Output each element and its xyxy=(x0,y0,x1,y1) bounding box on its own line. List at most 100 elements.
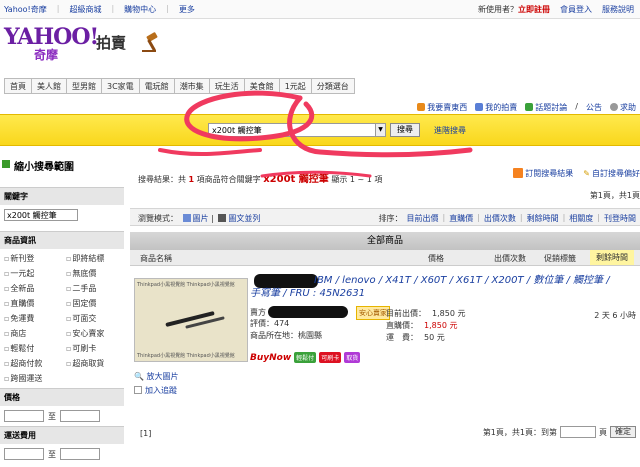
price-range: 至 xyxy=(0,406,124,426)
category-tab[interactable]: 型男館 xyxy=(67,79,102,93)
sort-option[interactable]: 目前出價 xyxy=(406,213,438,224)
search-input[interactable]: x200t 觸控筆 ▼ xyxy=(208,123,386,137)
sell-link[interactable]: 我要賣東西 xyxy=(417,102,467,113)
col-price: 價格 xyxy=(428,254,444,263)
item-title-link[interactable]: IBM / lenovo / X41T / X60T / X61T / X200… xyxy=(250,274,620,300)
filter-option[interactable]: 二手品 xyxy=(66,283,124,294)
help-icon xyxy=(610,103,618,111)
chat-icon xyxy=(525,103,534,111)
result-count: 1 xyxy=(188,175,195,184)
keyword-heading: 關鍵字 xyxy=(0,187,124,205)
filter-option[interactable]: 一元起 xyxy=(4,268,62,279)
filter-option[interactable]: 跨國運送 xyxy=(4,373,62,384)
current-price: 1,850 元 xyxy=(432,309,466,318)
search-button[interactable]: 搜尋 xyxy=(390,123,420,137)
price-min-input[interactable] xyxy=(4,410,44,422)
rss-icon xyxy=(513,168,524,178)
filter-option[interactable]: 安心賣家 xyxy=(66,328,124,339)
bottom-pager: [1] 第1頁，共1頁：到第 頁 確定 xyxy=(130,426,640,442)
category-tab[interactable]: 潮市集 xyxy=(174,79,210,93)
sort-options: 排序： 目前出價 | 直購價 | 出價次數 | 剩餘時間 | 相關度 | 刊登時間 xyxy=(378,213,636,224)
filter-option[interactable]: 無底價 xyxy=(66,268,124,279)
image-view-link[interactable]: 圖片 xyxy=(193,214,209,223)
advanced-search-link[interactable]: 進階搜尋 xyxy=(434,125,466,136)
login-link[interactable]: 會員登入 xyxy=(560,4,592,15)
top-link-shopping[interactable]: 購物中心 xyxy=(124,4,156,15)
filter-option[interactable]: 固定價 xyxy=(66,298,124,309)
pencil-icon: ✎ xyxy=(583,169,590,178)
category-tabs: 首頁 美人館 型男館 3C家電 電玩館 潮市集 玩生活 美食館 1元起 分類選台 xyxy=(4,78,355,94)
my-auction-link[interactable]: 我的拍賣 xyxy=(475,102,517,113)
top-link-more[interactable]: 更多 xyxy=(179,4,195,15)
top-link-mall[interactable]: 超級商城 xyxy=(69,4,101,15)
thumb-caption-bottom: Thinkpad小黑視覺館 Thinkpad小黑視覺館 xyxy=(137,353,235,359)
filter-option[interactable]: 新刊登 xyxy=(4,253,62,264)
sort-option[interactable]: 直購價 xyxy=(449,213,473,224)
image-view-icon[interactable] xyxy=(182,214,191,222)
col-name: 商品名稱 xyxy=(140,254,172,263)
filter-option[interactable]: 超商取貨 xyxy=(66,358,124,369)
category-tab[interactable]: 3C家電 xyxy=(102,79,140,93)
sort-option[interactable]: 剩餘時間 xyxy=(527,213,559,224)
filter-option[interactable]: 即將結標 xyxy=(66,253,124,264)
item-thumbnail[interactable]: Thinkpad小黑視覺館 Thinkpad小黑視覺館 Thinkpad小黑視覺… xyxy=(134,278,248,362)
list-view-icon[interactable] xyxy=(218,214,227,222)
shipping-range: 至 xyxy=(0,444,124,464)
filter-option[interactable]: 超商付款 xyxy=(4,358,62,369)
category-tab[interactable]: 美食館 xyxy=(244,79,280,93)
category-tab[interactable]: 1元起 xyxy=(279,79,312,93)
price-max-input[interactable] xyxy=(60,410,100,422)
service-link[interactable]: 服務說明 xyxy=(602,4,634,15)
page-number-link[interactable]: [1] xyxy=(140,429,151,438)
category-tab[interactable]: 玩生活 xyxy=(209,79,245,93)
filter-option[interactable]: 商店 xyxy=(4,328,62,339)
logo-area[interactable]: YAHOO! 奇摩 拍賣 xyxy=(4,24,204,64)
filter-option[interactable]: 免運費 xyxy=(4,313,62,324)
notice-link[interactable]: 公告 xyxy=(586,102,602,113)
narrow-icon xyxy=(2,160,10,168)
sort-option[interactable]: 相關度 xyxy=(569,213,593,224)
category-tab[interactable]: 美人館 xyxy=(32,79,67,93)
enlarge-image-link[interactable]: 🔍 放大圖片 xyxy=(134,372,179,381)
signup-link[interactable]: 立即註冊 xyxy=(518,5,550,14)
keyword-filter-input[interactable]: x200t 觸控筆 xyxy=(4,209,78,221)
category-tab[interactable]: 電玩館 xyxy=(139,79,175,93)
filter-option[interactable]: 可刷卡 xyxy=(66,343,124,354)
item-meta: 賣方 安心賣家 評價：474 商品所在地：桃園縣 xyxy=(250,306,390,342)
help-link[interactable]: 求助 xyxy=(610,102,636,113)
results-main: 搜尋結果：共 1 項商品符合關鍵字 x200t 觸控筆 顯示 1 ~ 1 項 訂… xyxy=(130,158,640,467)
view-mode-bar: 瀏覽模式： 圖片 | 圖文並列 排序： 目前出價 | 直購價 | 出價次數 | 剩餘時間 | 相關… xyxy=(130,208,640,226)
top-link-yahoo[interactable]: Yahoo!奇摩 xyxy=(4,4,47,15)
view-mode: 瀏覽模式： 圖片 | 圖文並列 xyxy=(138,214,261,223)
column-header: 商品名稱 價格 出價次數 促銷標籤 剩餘時間 xyxy=(130,250,640,266)
forum-link[interactable]: 話題討論 xyxy=(525,102,567,113)
thumb-caption-top: Thinkpad小黑視覺館 Thinkpad小黑視覺館 xyxy=(137,282,235,288)
subscribe-link[interactable]: 訂閱搜尋結果 xyxy=(513,168,573,179)
ship-min-input[interactable] xyxy=(4,448,44,460)
narrow-search-title: 縮小搜尋範圍 xyxy=(0,158,124,173)
credit-card-badge: 可刷卡 xyxy=(319,352,342,363)
shipping-heading: 運送費用 xyxy=(0,426,124,444)
prefs-link[interactable]: ✎ 自訂搜尋偏好 xyxy=(583,168,640,179)
info-heading: 商品資訊 xyxy=(0,231,124,249)
category-tab[interactable]: 首頁 xyxy=(5,79,32,93)
ship-max-input[interactable] xyxy=(60,448,100,460)
sort-option[interactable]: 出價次數 xyxy=(484,213,516,224)
item-location: 商品所在地：桃園縣 xyxy=(250,331,322,340)
goto-page-button[interactable]: 確定 xyxy=(610,426,636,438)
sort-label: 排序： xyxy=(378,214,403,223)
category-tab[interactable]: 分類選台 xyxy=(311,79,355,93)
top-links: Yahoo!奇摩 | 超級商城 | 購物中心 | 更多 xyxy=(4,4,195,15)
filter-option[interactable]: 直購價 xyxy=(4,298,62,309)
kimo-logo: 奇摩 xyxy=(34,48,59,62)
filter-option[interactable]: 輕鬆付 xyxy=(4,343,62,354)
filter-option[interactable]: 可面交 xyxy=(66,313,124,324)
track-link[interactable]: 加入追蹤 xyxy=(134,386,177,395)
filter-option[interactable]: 全新品 xyxy=(4,283,62,294)
sort-option[interactable]: 刊登時間 xyxy=(604,213,636,224)
goto-page-input[interactable] xyxy=(560,426,596,438)
result-summary: 搜尋結果：共 1 項商品符合關鍵字 x200t 觸控筆 顯示 1 ~ 1 項 xyxy=(138,174,383,185)
dropdown-arrow-icon[interactable]: ▼ xyxy=(375,124,385,136)
list-view-link[interactable]: 圖文並列 xyxy=(228,214,260,223)
col-remaining: 剩餘時間 xyxy=(590,250,634,265)
